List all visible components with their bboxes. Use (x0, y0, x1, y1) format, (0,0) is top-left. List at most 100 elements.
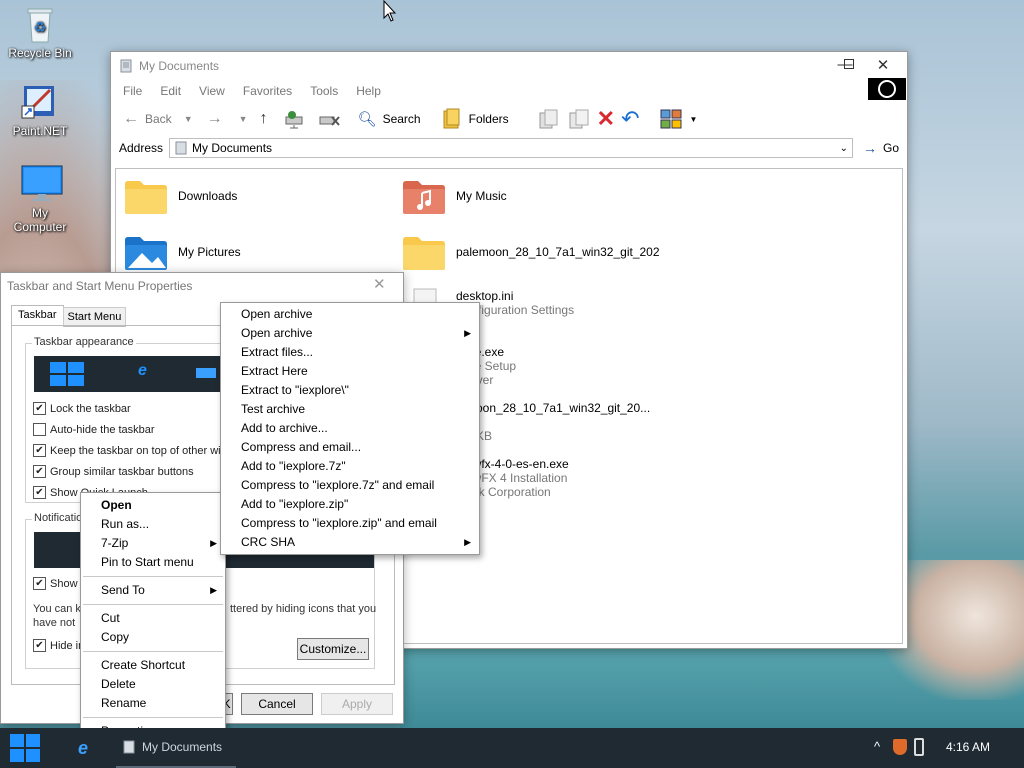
hide-inactive-checkbox[interactable]: ✔ Hide in (33, 639, 84, 652)
keep-on-top-checkbox[interactable]: ✔ Keep the taskbar on top of other win (33, 444, 227, 457)
windows-logo-pane (26, 749, 40, 762)
ctx-copy[interactable]: Copy (81, 628, 225, 647)
zip-add-7z[interactable]: Add to "iexplore.7z" (221, 457, 479, 476)
lock-taskbar-checkbox[interactable]: ✔ Lock the taskbar (33, 402, 131, 415)
file-item-palemoon-folder[interactable]: palemoon_28_10_7a1_win32_git_202 (402, 235, 660, 271)
checkbox-icon: ✔ (33, 577, 46, 590)
map-drive-button[interactable] (284, 109, 306, 129)
ctx-run-as[interactable]: Run as... (81, 515, 225, 534)
menu-view[interactable]: View (199, 84, 225, 98)
desktop-icon-recycle-bin[interactable]: ♻ Recycle Bin (0, 4, 80, 60)
up-button[interactable]: ↑ (260, 110, 268, 128)
taskbar-task-my-documents[interactable]: My Documents (116, 728, 237, 768)
ctx-create-shortcut[interactable]: Create Shortcut (81, 656, 225, 675)
ctx-rename[interactable]: Rename (81, 694, 225, 713)
file-item-downloads[interactable]: Downloads (124, 179, 237, 215)
menu-tools[interactable]: Tools (310, 84, 338, 98)
ctx-cut[interactable]: Cut (81, 609, 225, 628)
zip-open-archive-sub[interactable]: Open archive ▶ (221, 324, 479, 343)
7zip-submenu[interactable]: Open archive Open archive ▶ Extract files… (220, 302, 480, 555)
chevron-down-icon[interactable]: ⌄ (840, 143, 848, 154)
go-label: Go (882, 141, 899, 155)
ctx-label: CRC SHA (241, 535, 296, 549)
group-buttons-checkbox[interactable]: ✔ Group similar taskbar buttons (33, 465, 194, 478)
chevron-right-icon: ▶ (210, 538, 217, 548)
chevron-right-icon: ▶ (464, 328, 471, 338)
menu-edit[interactable]: Edit (160, 84, 181, 98)
chevron-right-icon: ▶ (210, 585, 217, 595)
menu-file[interactable]: File (123, 84, 142, 98)
folders-button[interactable]: Folders (441, 108, 509, 130)
file-item-my-pictures[interactable]: My Pictures (124, 235, 241, 271)
menu-separator (83, 651, 223, 652)
checkbox-label: Lock the taskbar (50, 402, 131, 415)
window-preview-icon (196, 368, 216, 378)
zip-add-zip[interactable]: Add to "iexplore.zip" (221, 495, 479, 514)
ctx-delete[interactable]: Delete (81, 675, 225, 694)
notification-info-text: You can k (33, 603, 81, 615)
ie-quicklaunch-icon[interactable]: e (78, 738, 88, 759)
start-button[interactable] (10, 734, 40, 762)
zip-compress-7z-email[interactable]: Compress to "iexplore.7z" and email (221, 476, 479, 495)
back-button[interactable]: ← Back ▼ (123, 110, 193, 128)
context-menu[interactable]: Open Run as... 7-Zip ▶ Pin to Start menu… (80, 492, 226, 745)
show-clock-checkbox[interactable]: ✔ Show (33, 577, 78, 590)
file-item-my-music[interactable]: My Music (402, 179, 507, 215)
tab-start-menu[interactable]: Start Menu (62, 307, 127, 327)
zip-compress-zip-email[interactable]: Compress to "iexplore.zip" and email (221, 514, 479, 533)
zip-open-archive[interactable]: Open archive (221, 305, 479, 324)
maximize-icon (844, 59, 854, 69)
desktop-icon-paint-net[interactable]: Paint.NET (0, 82, 80, 138)
checkbox-icon: ✔ (33, 444, 46, 457)
customize-button[interactable]: Customize... (297, 638, 369, 660)
ctx-send-to[interactable]: Send To ▶ (81, 581, 225, 600)
zip-add-to-archive[interactable]: Add to archive... (221, 419, 479, 438)
menu-favorites[interactable]: Favorites (243, 84, 292, 98)
zip-extract-files[interactable]: Extract files... (221, 343, 479, 362)
info-text-part: You can k (33, 603, 81, 615)
close-button[interactable]: ✕ (871, 56, 895, 74)
windows-logo-pane (10, 749, 24, 762)
ctx-open[interactable]: Open (81, 496, 225, 515)
delete-button[interactable]: ✕ (597, 108, 615, 130)
search-icon: 🔍︎ (357, 111, 377, 128)
search-button[interactable]: 🔍︎ Search (358, 110, 421, 128)
ctx-pin-start[interactable]: Pin to Start menu (81, 553, 225, 572)
dialog-tabs: Taskbar Start Menu (11, 305, 127, 327)
back-label: Back (145, 112, 172, 126)
clock[interactable]: 4:16 AM (946, 740, 990, 754)
usb-icon[interactable] (914, 738, 924, 756)
tray-chevron-up-icon[interactable]: ^ (874, 739, 880, 754)
apply-button[interactable]: Apply (321, 693, 393, 715)
forward-button[interactable]: → ▼ (207, 110, 248, 128)
undo-button[interactable]: ↶ (621, 108, 639, 130)
zip-compress-email[interactable]: Compress and email... (221, 438, 479, 457)
auto-hide-checkbox[interactable]: Auto-hide the taskbar (33, 423, 155, 436)
copy-to-button[interactable] (567, 107, 591, 131)
tab-taskbar[interactable]: Taskbar (11, 305, 64, 327)
group-title: Taskbar appearance (32, 336, 136, 348)
desktop-icon-label: Paint.NET (12, 124, 68, 138)
go-button[interactable]: → Go (863, 140, 899, 156)
shield-icon[interactable] (893, 739, 907, 755)
checkbox-label: Keep the taskbar on top of other win (50, 444, 227, 457)
explorer-toolbar: ← Back ▼ → ▼ ↑ 🔍︎ Search Folders ✕ ↶ ▼ (111, 102, 907, 136)
address-input[interactable]: My Documents ⌄ (169, 138, 853, 158)
cancel-button[interactable]: Cancel (241, 693, 313, 715)
zip-crc-sha[interactable]: CRC SHA ▶ (221, 533, 479, 552)
ctx-7zip[interactable]: 7-Zip ▶ (81, 534, 225, 553)
disconnect-drive-button[interactable] (318, 109, 340, 129)
file-type: ...e (456, 415, 650, 429)
views-button[interactable]: ▼ (660, 108, 697, 130)
menu-help[interactable]: Help (356, 84, 381, 98)
zip-test-archive[interactable]: Test archive (221, 400, 479, 419)
zip-extract-to[interactable]: Extract to "iexplore\" (221, 381, 479, 400)
dialog-titlebar[interactable]: Taskbar and Start Menu Properties ✕ (1, 273, 403, 299)
desktop-icon-my-computer[interactable]: My Computer (0, 164, 80, 234)
maximize-button[interactable] (837, 56, 861, 73)
explorer-titlebar[interactable]: My Documents — ✕ (111, 52, 907, 80)
move-to-button[interactable] (537, 107, 561, 131)
throbber-icon (868, 78, 906, 100)
zip-extract-here[interactable]: Extract Here (221, 362, 479, 381)
close-button[interactable]: ✕ (373, 275, 386, 293)
